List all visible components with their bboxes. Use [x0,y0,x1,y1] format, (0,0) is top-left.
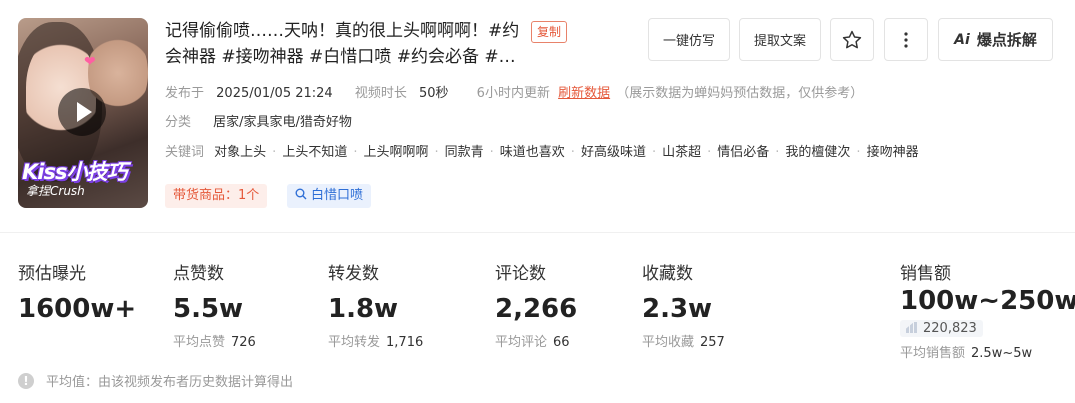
likes-value: 5.5w [173,294,244,324]
category-row: 分类 居家/家具家电/猎奇好物 [165,111,360,130]
ai-icon: Ai [954,31,970,48]
likes-label: 点赞数 [173,264,224,284]
imitate-button[interactable]: 一键仿写 [648,18,730,61]
exposure-value: 1600w+ [18,294,137,324]
duration-value: 50秒 [418,86,449,101]
favorites-avg-label: 平均收藏 [642,335,695,350]
copy-title-button[interactable]: 复制 [531,21,568,43]
likes-avg-value: 726 [231,335,256,350]
video-thumbnail[interactable]: ❤ Kiss小技巧 拿捏Crush [18,18,148,208]
shares-average: 平均转发 1,716 [328,331,423,350]
keyword-item[interactable]: 情侣必备 [717,145,769,160]
keyword-separator: · [775,145,780,160]
publish-row: 发布于 2025/01/05 21:24 视频时长 50秒 6小时内更新 刷新数… [165,82,871,101]
keyword-separator: · [651,145,657,160]
category-label: 分类 [165,115,192,130]
stat-exposure: 预估曝光 1600w+ [18,259,136,324]
more-button[interactable] [884,18,928,61]
sales-avg-value: 2.5w~5w [971,346,1033,361]
keyword-separator: · [353,145,358,160]
category-value[interactable]: 居家/家具家电/猎奇好物 [213,115,352,130]
publish-time: 2025/01/05 21:24 [216,86,333,101]
search-icon [295,188,307,200]
favorites-average: 平均收藏 257 [642,331,725,350]
keyword-separator: · [489,145,494,160]
comments-average: 平均评论 66 [495,331,577,350]
favorites-value: 2.3w [642,294,713,324]
average-footnote: ! 平均值：由该视频发布者历史数据计算得出 [18,371,293,390]
keyword-item[interactable]: 接吻神器 [867,145,919,160]
more-icon [904,31,908,48]
keyword-item[interactable]: 山茶超 [662,145,701,160]
stat-likes: 点赞数 5.5w 平均点赞 726 [173,259,256,350]
sales-avg-label: 平均销售额 [900,346,966,361]
footnote-text: 平均值：由该视频发布者历史数据计算得出 [46,375,294,390]
keyword-item[interactable]: 上头啊啊啊 [363,145,428,160]
keyword-item[interactable]: 上头不知道 [282,145,347,160]
keyword-item[interactable]: 对象上头 [214,145,266,160]
likes-average: 平均点赞 726 [173,331,256,350]
favorites-avg-value: 257 [700,335,725,350]
star-icon [842,30,862,48]
sales-count-badge: 220,823 [900,320,983,337]
shares-label: 转发数 [328,264,379,284]
stat-shares: 转发数 1.8w 平均转发 1,716 [328,259,423,350]
extract-copy-button[interactable]: 提取文案 [739,18,821,61]
play-icon[interactable] [58,88,106,136]
section-divider [0,232,1075,233]
comments-label: 评论数 [495,264,546,284]
sales-value: 100w~250w [900,286,1075,316]
sales-average: 平均销售额 2.5w~5w [900,342,1075,361]
update-note: 6小时内更新 [476,86,550,101]
heart-icon: ❤ [84,54,96,70]
goods-count-badge[interactable]: 带货商品：1个 [165,184,268,208]
keyword-separator: · [272,145,277,160]
info-icon: ! [18,372,34,389]
keyword-separator: · [570,145,575,160]
shares-value: 1.8w [328,294,399,324]
keyword-separator: · [856,145,861,160]
shares-avg-label: 平均转发 [328,335,381,350]
favorite-button[interactable] [830,18,874,61]
thumbnail-subcaption: 拿捏Crush [26,184,85,198]
ai-breakdown-label: 爆点拆解 [976,31,1037,49]
stat-comments: 评论数 2,266 平均评论 66 [495,259,577,350]
comments-value: 2,266 [495,294,578,324]
duration-label: 视频时长 [354,86,407,101]
stat-favorites: 收藏数 2.3w 平均收藏 257 [642,259,725,350]
favorites-label: 收藏数 [642,264,693,284]
keywords-label: 关键词 [165,145,205,160]
keywords-list: 对象上头 · 上头不知道 · 上头啊啊啊 · 同款青 · 味道也喜欢 · 好高级味道 · 山茶超 · 情侣必… [214,145,918,160]
keywords-row: 关键词 对象上头 · 上头不知道 · 上头啊啊啊 · 同款青 · 味道也喜欢 · 好高级味道 · 山茶超… [165,141,919,160]
sales-count-value: 220,823 [923,321,977,336]
estimate-note: （展示数据为蝉妈妈预估数据，仅供参考） [616,86,864,101]
product-search-label: 白惜口喷 [311,188,364,203]
comments-avg-label: 平均评论 [495,335,548,350]
publish-label: 发布于 [165,86,205,101]
keyword-item[interactable]: 好高级味道 [581,145,646,160]
product-search-chip[interactable]: 白惜口喷 [287,184,372,208]
stat-sales: 销售额 100w~250w 220,823 平均销售额 2.5w~5w [900,259,1075,361]
keyword-item[interactable]: 味道也喜欢 [500,145,565,160]
video-title: 记得偷偷喷……天呐！真的很上头啊啊啊！#约会神器 #接吻神器 #白惜口喷 #约会… [165,21,520,67]
likes-avg-label: 平均点赞 [173,335,226,350]
keyword-separator: · [707,145,712,160]
bar-chart-icon [906,322,917,333]
shares-avg-value: 1,716 [386,335,424,350]
exposure-label: 预估曝光 [18,264,86,284]
comments-avg-value: 66 [553,335,570,350]
refresh-data-link[interactable]: 刷新数据 [558,86,610,101]
keyword-item[interactable]: 我的檀健次 [785,145,850,160]
ai-breakdown-button[interactable]: Ai 爆点拆解 [938,18,1053,61]
sales-label: 销售额 [900,264,951,284]
keyword-item[interactable]: 同款青 [445,145,484,160]
keyword-separator: · [434,145,439,160]
